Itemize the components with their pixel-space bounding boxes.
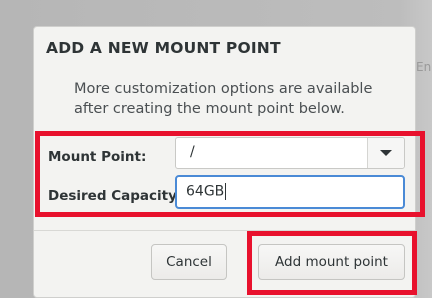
highlight-box-fields: [35, 131, 425, 217]
dialog-description: More customization options are available…: [74, 81, 373, 117]
cancel-button[interactable]: Cancel: [151, 244, 227, 280]
dialog-title: ADD A NEW MOUNT POINT: [46, 39, 281, 57]
highlight-box-add-button: [247, 231, 417, 295]
backdrop-text: En: [416, 60, 432, 74]
screen: En ADD A NEW MOUNT POINT More customizat…: [0, 0, 432, 298]
